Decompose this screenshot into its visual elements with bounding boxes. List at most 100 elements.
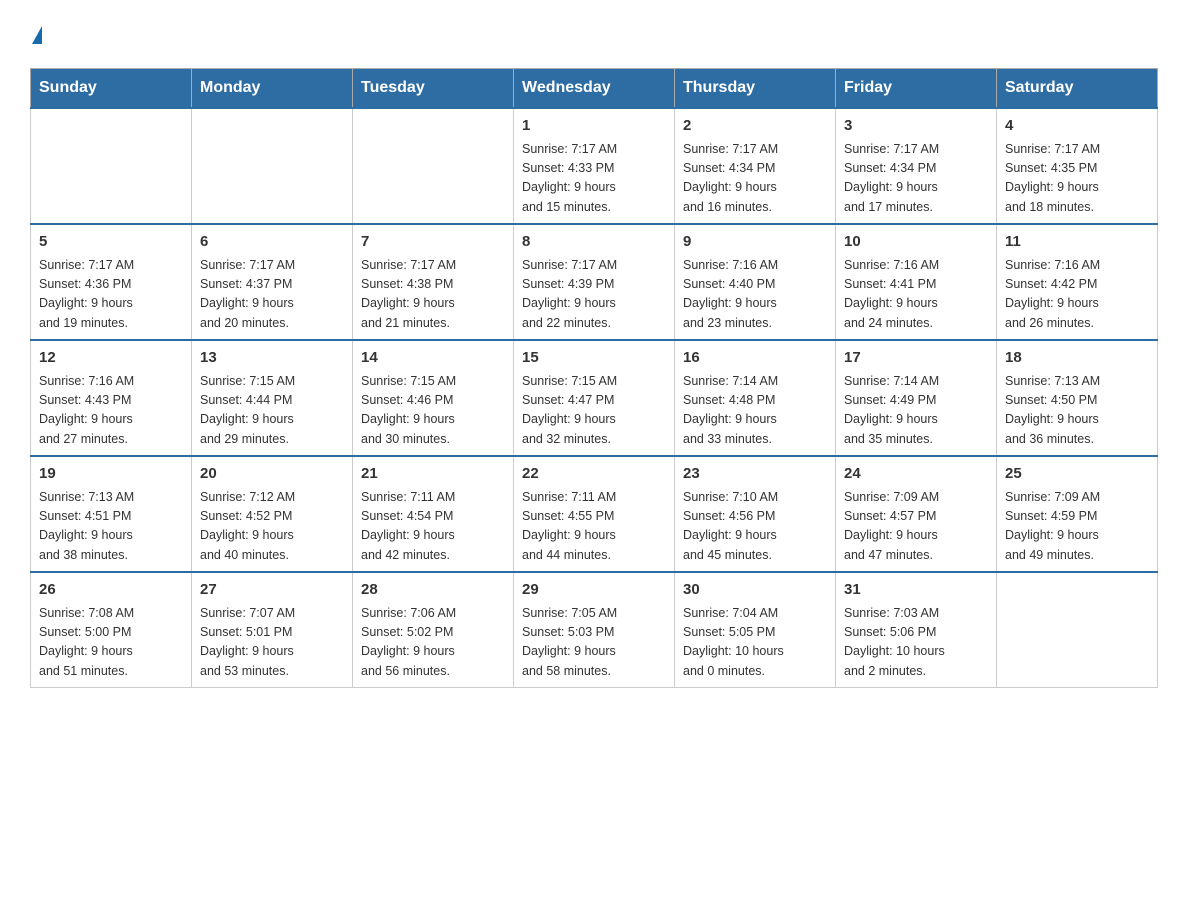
day-number: 18 [1005,347,1149,370]
day-number: 24 [844,463,988,486]
calendar-cell [997,572,1158,688]
day-info: Sunrise: 7:17 AMSunset: 4:36 PMDaylight:… [39,256,183,334]
weekday-header: Friday [836,69,997,109]
day-number: 15 [522,347,666,370]
calendar-cell: 14Sunrise: 7:15 AMSunset: 4:46 PMDayligh… [353,340,514,456]
day-number: 21 [361,463,505,486]
calendar-cell: 5Sunrise: 7:17 AMSunset: 4:36 PMDaylight… [31,224,192,340]
calendar-cell: 30Sunrise: 7:04 AMSunset: 5:05 PMDayligh… [675,572,836,688]
calendar-body: 1Sunrise: 7:17 AMSunset: 4:33 PMDaylight… [31,108,1158,688]
day-info: Sunrise: 7:16 AMSunset: 4:41 PMDaylight:… [844,256,988,334]
calendar-cell: 27Sunrise: 7:07 AMSunset: 5:01 PMDayligh… [192,572,353,688]
calendar-header: SundayMondayTuesdayWednesdayThursdayFrid… [31,69,1158,109]
calendar-cell: 12Sunrise: 7:16 AMSunset: 4:43 PMDayligh… [31,340,192,456]
day-info: Sunrise: 7:16 AMSunset: 4:42 PMDaylight:… [1005,256,1149,334]
day-info: Sunrise: 7:05 AMSunset: 5:03 PMDaylight:… [522,604,666,682]
calendar-cell: 10Sunrise: 7:16 AMSunset: 4:41 PMDayligh… [836,224,997,340]
calendar-cell: 15Sunrise: 7:15 AMSunset: 4:47 PMDayligh… [514,340,675,456]
weekday-header: Thursday [675,69,836,109]
day-info: Sunrise: 7:11 AMSunset: 4:54 PMDaylight:… [361,488,505,566]
day-number: 2 [683,115,827,138]
day-info: Sunrise: 7:14 AMSunset: 4:49 PMDaylight:… [844,372,988,450]
calendar-cell: 22Sunrise: 7:11 AMSunset: 4:55 PMDayligh… [514,456,675,572]
weekday-row: SundayMondayTuesdayWednesdayThursdayFrid… [31,69,1158,109]
day-info: Sunrise: 7:04 AMSunset: 5:05 PMDaylight:… [683,604,827,682]
day-info: Sunrise: 7:17 AMSunset: 4:37 PMDaylight:… [200,256,344,334]
calendar-cell: 4Sunrise: 7:17 AMSunset: 4:35 PMDaylight… [997,108,1158,224]
calendar-cell: 29Sunrise: 7:05 AMSunset: 5:03 PMDayligh… [514,572,675,688]
day-info: Sunrise: 7:16 AMSunset: 4:43 PMDaylight:… [39,372,183,450]
calendar-cell: 11Sunrise: 7:16 AMSunset: 4:42 PMDayligh… [997,224,1158,340]
day-info: Sunrise: 7:15 AMSunset: 4:44 PMDaylight:… [200,372,344,450]
weekday-header: Wednesday [514,69,675,109]
day-number: 4 [1005,115,1149,138]
weekday-header: Sunday [31,69,192,109]
day-info: Sunrise: 7:11 AMSunset: 4:55 PMDaylight:… [522,488,666,566]
day-number: 19 [39,463,183,486]
day-info: Sunrise: 7:13 AMSunset: 4:51 PMDaylight:… [39,488,183,566]
calendar-cell: 23Sunrise: 7:10 AMSunset: 4:56 PMDayligh… [675,456,836,572]
day-info: Sunrise: 7:10 AMSunset: 4:56 PMDaylight:… [683,488,827,566]
day-info: Sunrise: 7:14 AMSunset: 4:48 PMDaylight:… [683,372,827,450]
calendar-cell: 17Sunrise: 7:14 AMSunset: 4:49 PMDayligh… [836,340,997,456]
logo-top [30,20,42,48]
day-number: 12 [39,347,183,370]
day-number: 5 [39,231,183,254]
calendar-cell: 16Sunrise: 7:14 AMSunset: 4:48 PMDayligh… [675,340,836,456]
day-info: Sunrise: 7:03 AMSunset: 5:06 PMDaylight:… [844,604,988,682]
day-number: 1 [522,115,666,138]
calendar-cell: 1Sunrise: 7:17 AMSunset: 4:33 PMDaylight… [514,108,675,224]
calendar-cell: 6Sunrise: 7:17 AMSunset: 4:37 PMDaylight… [192,224,353,340]
calendar-cell: 18Sunrise: 7:13 AMSunset: 4:50 PMDayligh… [997,340,1158,456]
day-number: 22 [522,463,666,486]
day-number: 20 [200,463,344,486]
calendar-table: SundayMondayTuesdayWednesdayThursdayFrid… [30,68,1158,688]
day-number: 30 [683,579,827,602]
day-info: Sunrise: 7:17 AMSunset: 4:38 PMDaylight:… [361,256,505,334]
day-info: Sunrise: 7:17 AMSunset: 4:34 PMDaylight:… [683,140,827,218]
day-number: 16 [683,347,827,370]
weekday-header: Saturday [997,69,1158,109]
day-number: 6 [200,231,344,254]
calendar-week-row: 12Sunrise: 7:16 AMSunset: 4:43 PMDayligh… [31,340,1158,456]
day-info: Sunrise: 7:17 AMSunset: 4:39 PMDaylight:… [522,256,666,334]
day-info: Sunrise: 7:09 AMSunset: 4:57 PMDaylight:… [844,488,988,566]
weekday-header: Monday [192,69,353,109]
day-number: 27 [200,579,344,602]
day-number: 25 [1005,463,1149,486]
calendar-cell: 3Sunrise: 7:17 AMSunset: 4:34 PMDaylight… [836,108,997,224]
calendar-cell: 21Sunrise: 7:11 AMSunset: 4:54 PMDayligh… [353,456,514,572]
day-info: Sunrise: 7:17 AMSunset: 4:35 PMDaylight:… [1005,140,1149,218]
calendar-cell: 31Sunrise: 7:03 AMSunset: 5:06 PMDayligh… [836,572,997,688]
day-number: 23 [683,463,827,486]
day-number: 11 [1005,231,1149,254]
day-number: 29 [522,579,666,602]
page-header [30,20,1158,48]
day-number: 3 [844,115,988,138]
day-number: 31 [844,579,988,602]
calendar-week-row: 5Sunrise: 7:17 AMSunset: 4:36 PMDaylight… [31,224,1158,340]
day-info: Sunrise: 7:15 AMSunset: 4:47 PMDaylight:… [522,372,666,450]
day-number: 14 [361,347,505,370]
calendar-cell: 28Sunrise: 7:06 AMSunset: 5:02 PMDayligh… [353,572,514,688]
calendar-cell [353,108,514,224]
calendar-cell: 20Sunrise: 7:12 AMSunset: 4:52 PMDayligh… [192,456,353,572]
day-info: Sunrise: 7:06 AMSunset: 5:02 PMDaylight:… [361,604,505,682]
day-number: 7 [361,231,505,254]
calendar-week-row: 19Sunrise: 7:13 AMSunset: 4:51 PMDayligh… [31,456,1158,572]
weekday-header: Tuesday [353,69,514,109]
day-info: Sunrise: 7:07 AMSunset: 5:01 PMDaylight:… [200,604,344,682]
calendar-cell: 19Sunrise: 7:13 AMSunset: 4:51 PMDayligh… [31,456,192,572]
day-info: Sunrise: 7:13 AMSunset: 4:50 PMDaylight:… [1005,372,1149,450]
calendar-cell: 24Sunrise: 7:09 AMSunset: 4:57 PMDayligh… [836,456,997,572]
day-info: Sunrise: 7:17 AMSunset: 4:33 PMDaylight:… [522,140,666,218]
logo-triangle-icon [32,26,42,44]
day-info: Sunrise: 7:09 AMSunset: 4:59 PMDaylight:… [1005,488,1149,566]
day-info: Sunrise: 7:16 AMSunset: 4:40 PMDaylight:… [683,256,827,334]
calendar-cell: 9Sunrise: 7:16 AMSunset: 4:40 PMDaylight… [675,224,836,340]
day-number: 26 [39,579,183,602]
calendar-cell: 13Sunrise: 7:15 AMSunset: 4:44 PMDayligh… [192,340,353,456]
day-info: Sunrise: 7:08 AMSunset: 5:00 PMDaylight:… [39,604,183,682]
day-info: Sunrise: 7:15 AMSunset: 4:46 PMDaylight:… [361,372,505,450]
calendar-cell [192,108,353,224]
